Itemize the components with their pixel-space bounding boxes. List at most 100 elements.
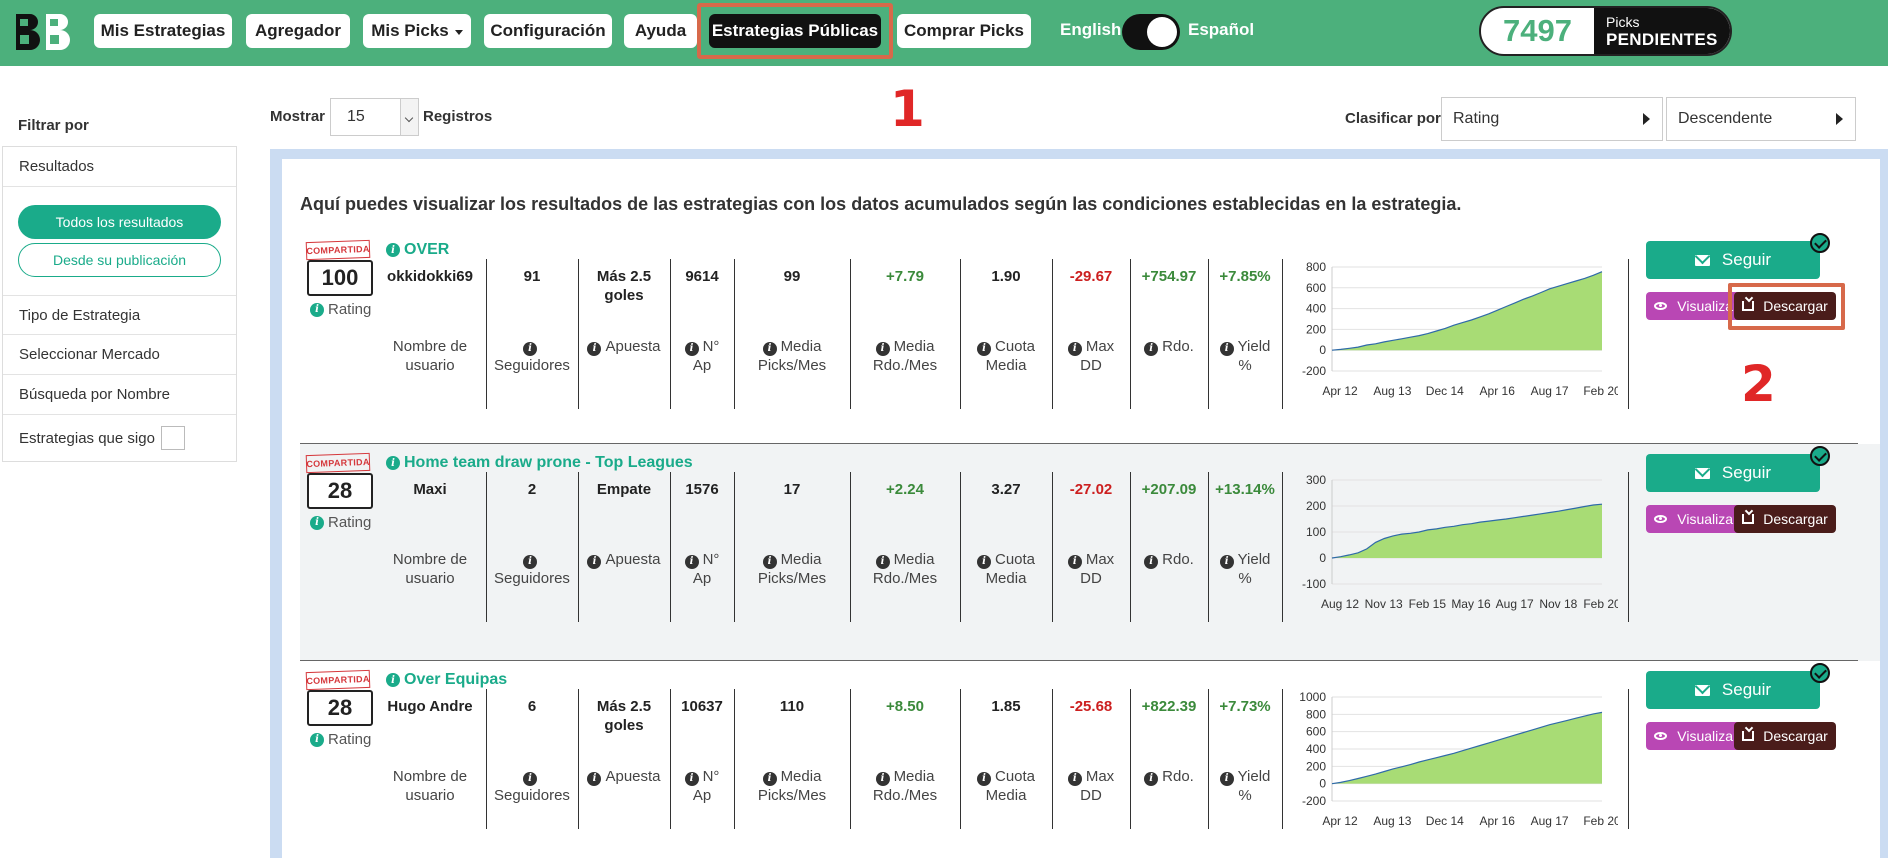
info-icon[interactable]: i: [762, 771, 777, 786]
filter-seleccionar-mercado[interactable]: Seleccionar Mercado: [3, 335, 236, 375]
rdo-label: i Rdo.: [1130, 550, 1208, 569]
info-icon[interactable]: i: [976, 341, 991, 356]
rating-value: 28: [307, 690, 373, 726]
nav-ayuda[interactable]: Ayuda: [624, 14, 697, 48]
check-circle-icon: [1810, 233, 1830, 253]
info-icon[interactable]: i: [523, 341, 537, 356]
label-text: Media: [780, 768, 822, 785]
odds-column: 1.85 i Cuota Media: [960, 697, 1052, 804]
info-icon[interactable]: i: [587, 341, 602, 356]
info-icon[interactable]: i: [386, 243, 400, 257]
info-icon[interactable]: i: [684, 554, 699, 569]
info-icon[interactable]: i: [310, 732, 324, 747]
nav-agregador[interactable]: Agregador: [246, 14, 350, 48]
info-icon[interactable]: i: [976, 771, 991, 786]
picks-month-column: 99 i Media Picks/Mes: [734, 267, 850, 374]
strategy-name[interactable]: i Over Equipas: [386, 671, 507, 689]
info-icon[interactable]: i: [875, 341, 890, 356]
info-icon[interactable]: i: [310, 302, 324, 317]
info-icon[interactable]: i: [523, 554, 537, 569]
column-divider: [1628, 472, 1629, 622]
user-name[interactable]: Maxi: [380, 480, 480, 499]
download-button[interactable]: Descargar: [1734, 722, 1836, 750]
chart-area: [1332, 271, 1602, 351]
info-icon[interactable]: i: [1219, 771, 1234, 786]
info-icon[interactable]: i: [386, 673, 400, 687]
info-icon[interactable]: i: [976, 554, 991, 569]
picks-month-column: 17 i Media Picks/Mes: [734, 480, 850, 587]
info-icon[interactable]: i: [684, 341, 699, 356]
label-text: Picks/Mes: [757, 570, 827, 587]
info-icon[interactable]: i: [1067, 554, 1082, 569]
follow-button[interactable]: Seguir: [1646, 671, 1820, 709]
yield-label: i Yield%: [1208, 337, 1282, 375]
results-chart[interactable]: 300 200 100 0 -100 Aug 12 Nov 13 Feb 15 May 16 Au…: [1288, 472, 1618, 618]
bets-count-column: 1576 i N° Ap: [670, 480, 734, 587]
info-icon[interactable]: i: [1219, 554, 1234, 569]
bets-count-value: 10637: [681, 698, 723, 715]
picks-month-label: i Media Picks/Mes: [734, 550, 850, 588]
filter-all-results-button[interactable]: Todos los resultados: [18, 205, 221, 239]
filter-tipo-estrategia[interactable]: Tipo de Estrategia: [3, 295, 236, 335]
chevron-down-icon[interactable]: [400, 99, 418, 135]
info-icon[interactable]: i: [310, 515, 324, 530]
filter-estrategias-que-sigo[interactable]: Estrategias que sigo: [3, 415, 236, 461]
info-icon[interactable]: i: [762, 341, 777, 356]
strategy-name[interactable]: i OVER: [386, 241, 449, 259]
user-name[interactable]: Hugo Andre: [380, 697, 480, 716]
info-icon[interactable]: i: [1067, 771, 1082, 786]
download-button[interactable]: Descargar: [1734, 505, 1836, 533]
bet-column: Más 2.5 goles i Apuesta: [578, 697, 670, 786]
nav-configuracion[interactable]: Configuración: [484, 14, 612, 48]
view-button[interactable]: Visualizar: [1646, 722, 1746, 750]
nav-mis-picks[interactable]: Mis Picks: [363, 14, 471, 48]
info-icon[interactable]: i: [523, 771, 537, 786]
label-text: Rdo.: [1162, 768, 1194, 785]
followers-label: i Seguidores: [486, 337, 578, 375]
info-icon[interactable]: i: [875, 554, 890, 569]
filter-since-publication-button[interactable]: Desde su publicación: [18, 243, 221, 277]
records-per-page-select[interactable]: 15: [330, 98, 419, 136]
label-text: Ap: [692, 570, 712, 587]
odds-value: 1.85: [991, 698, 1021, 715]
user-column: okkidokki69 Nombre de usuario: [380, 267, 480, 374]
info-icon[interactable]: i: [1144, 771, 1159, 786]
info-icon[interactable]: i: [1067, 341, 1082, 356]
info-icon[interactable]: i: [386, 456, 400, 470]
sort-field-select[interactable]: Rating: [1441, 97, 1663, 141]
info-icon[interactable]: i: [875, 771, 890, 786]
info-icon[interactable]: i: [587, 771, 602, 786]
info-icon[interactable]: i: [587, 554, 602, 569]
info-icon[interactable]: i: [762, 554, 777, 569]
download-label: Descargar: [1763, 728, 1828, 744]
rdo-month-label: i Media Rdo./Mes: [850, 337, 960, 375]
label-text: Rdo./Mes: [872, 787, 938, 804]
label-text: DD: [1080, 357, 1102, 374]
strategy-name[interactable]: i Home team draw prone - Top Leagues: [386, 454, 693, 472]
results-chart[interactable]: 800 600 400 200 0 -200 Apr 12 Aug 13 Dec 14 Apr 1…: [1288, 259, 1618, 405]
sort-order-select[interactable]: Descendente: [1666, 97, 1856, 141]
results-chart[interactable]: 1000 800 600 400 200 0 -200 Apr 12 Aug 13 Dec 14 A…: [1288, 689, 1618, 835]
follow-filter-checkbox[interactable]: [160, 426, 185, 450]
brand-logo[interactable]: [12, 10, 76, 54]
follow-button[interactable]: Seguir: [1646, 454, 1820, 492]
info-icon[interactable]: i: [1144, 554, 1159, 569]
follow-button[interactable]: Seguir: [1646, 241, 1820, 279]
filter-resultados[interactable]: Resultados: [3, 147, 236, 187]
info-icon[interactable]: i: [684, 771, 699, 786]
caret-right-icon: [1643, 113, 1650, 125]
label-text: DD: [1080, 570, 1102, 587]
filter-busqueda-nombre[interactable]: Búsqueda por Nombre: [3, 375, 236, 415]
info-icon[interactable]: i: [1144, 341, 1159, 356]
view-button[interactable]: Visualizar: [1646, 505, 1746, 533]
label-text: Yield: [1237, 551, 1271, 568]
nav-mis-estrategias[interactable]: Mis Estrategias: [94, 14, 232, 48]
user-name[interactable]: okkidokki69: [380, 267, 480, 286]
chart-x-tick-label: Feb 20: [1583, 814, 1618, 828]
bets-count-column: 9614 i N° Ap: [670, 267, 734, 374]
label-text: Media: [985, 787, 1027, 804]
info-icon[interactable]: i: [1219, 341, 1234, 356]
nav-comprar-picks[interactable]: Comprar Picks: [897, 14, 1031, 48]
language-toggle[interactable]: [1122, 14, 1180, 50]
pending-picks-counter[interactable]: 7497 Picks PENDIENTES: [1479, 6, 1732, 56]
